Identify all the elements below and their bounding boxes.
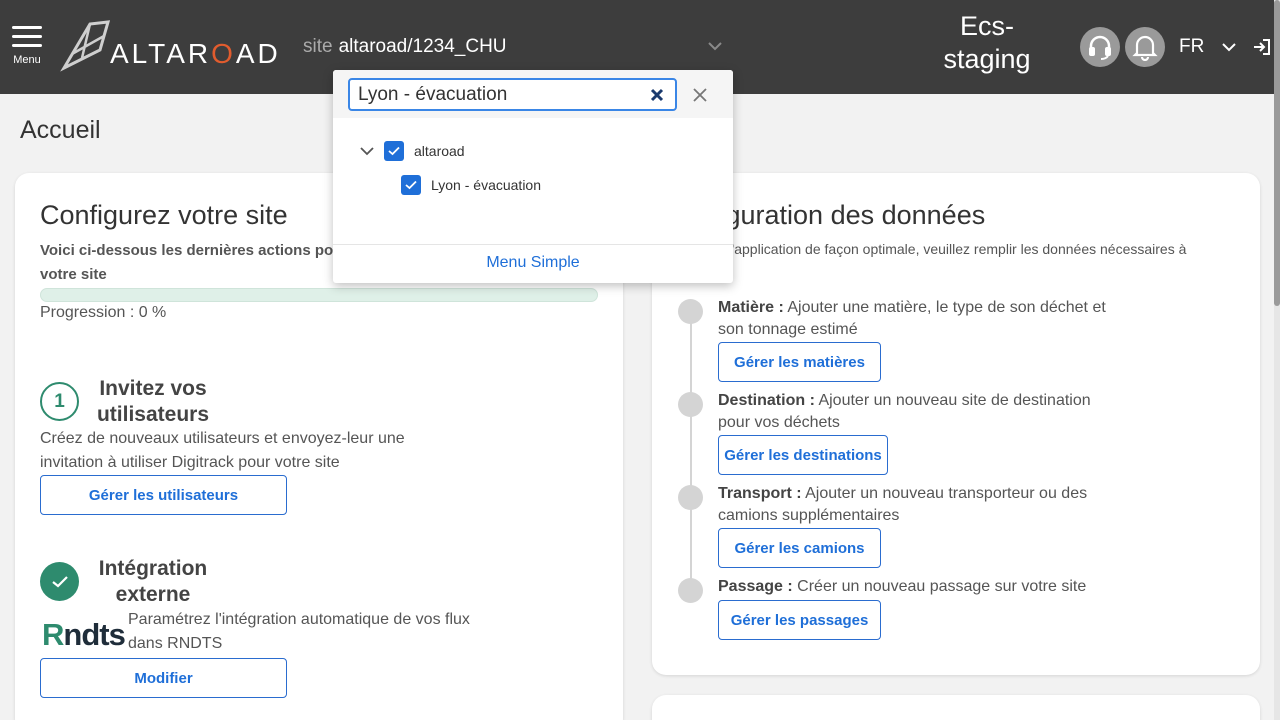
setup-card-subtitle: Voici ci-dessous les dernières actions p… xyxy=(40,242,349,259)
page-scrollbar[interactable] xyxy=(1274,0,1280,720)
manage-passages-button[interactable]: Gérer les passages xyxy=(718,600,881,640)
modify-integration-button[interactable]: Modifier xyxy=(40,658,287,698)
page-title: Accueil xyxy=(20,116,101,144)
checkmark-icon xyxy=(51,575,68,587)
manage-destinations-button[interactable]: Gérer les destinations xyxy=(718,435,888,475)
manage-users-button[interactable]: Gérer les utilisateurs xyxy=(40,475,287,515)
environment-name: Ecs-staging xyxy=(943,11,1031,74)
menu-button[interactable]: Menu xyxy=(10,24,44,66)
timeline-dot xyxy=(678,392,703,417)
timeline-dot xyxy=(678,578,703,603)
timeline-dot xyxy=(678,299,703,324)
menu-icon xyxy=(12,24,42,48)
step1-text: Créez de nouveaux utilisateurs et envoye… xyxy=(40,430,405,471)
site-value: altaroad/1234_CHU xyxy=(338,36,507,57)
step-number-badge: 1 xyxy=(40,382,79,421)
chevron-down-icon xyxy=(708,42,722,51)
menu-label: Menu xyxy=(13,54,41,66)
tree-item-altaroad[interactable]: altaroad xyxy=(358,141,465,161)
notifications-button[interactable] xyxy=(1125,27,1165,67)
language-selector[interactable]: FR xyxy=(1179,36,1204,58)
chevron-down-icon[interactable] xyxy=(358,142,376,160)
manage-materials-button[interactable]: Gérer les matières xyxy=(718,342,881,382)
step1-title: Invitez vos utilisateurs xyxy=(96,377,210,426)
chevron-down-icon[interactable] xyxy=(1220,38,1238,56)
site-label: site xyxy=(303,36,333,57)
data-config-intro: iser l'application de façon optimale, ve… xyxy=(702,241,1187,278)
tree-item-label: Lyon - évacuation xyxy=(431,177,541,193)
timeline-line xyxy=(690,311,692,591)
data-config-card: figuration des données iser l'applicatio… xyxy=(652,173,1260,675)
simple-menu-link[interactable]: Menu Simple xyxy=(333,254,733,272)
tree-item-label: altaroad xyxy=(414,143,465,159)
progress-label: Progression : 0 % xyxy=(40,304,167,321)
secondary-card xyxy=(652,695,1260,720)
bell-icon xyxy=(1132,35,1158,61)
step2-text: Paramétrez l'intégration automatique de … xyxy=(128,611,470,652)
clear-search-icon[interactable] xyxy=(648,86,666,104)
site-selector[interactable]: site altaroad/1234_CHU xyxy=(303,36,723,60)
item-destination-text: Destination : Ajouter un nouveau site de… xyxy=(718,392,1091,431)
data-config-title: figuration des données xyxy=(712,200,986,230)
site-search-input[interactable] xyxy=(348,78,677,111)
support-button[interactable] xyxy=(1080,27,1120,67)
timeline-dot xyxy=(678,485,703,510)
headset-icon xyxy=(1089,35,1111,60)
step2-title: Intégration externe xyxy=(98,557,208,606)
item-transport-text: Transport : Ajouter un nouveau transport… xyxy=(718,485,1088,524)
item-passage-text: Passage : Créer un nouveau passage sur v… xyxy=(718,578,1087,595)
setup-card-title: Configurez votre site xyxy=(40,200,288,230)
logo-text: ALTAROAD xyxy=(110,38,281,69)
checkbox-checked[interactable] xyxy=(384,141,404,161)
logout-icon[interactable] xyxy=(1252,37,1272,57)
checkbox-checked[interactable] xyxy=(401,175,421,195)
altaroad-logo[interactable]: ALTAROAD xyxy=(60,18,290,74)
site-dropdown: altaroad Lyon - évacuation Menu Simple xyxy=(333,70,733,283)
rndts-logo: Rndts xyxy=(42,617,126,652)
logo-mark-icon xyxy=(60,20,110,72)
item-matiere-text: Matière : Ajouter une matière, le type d… xyxy=(718,299,1106,338)
close-icon[interactable] xyxy=(691,86,709,104)
step-done-badge xyxy=(40,562,79,601)
progress-bar xyxy=(40,288,598,302)
setup-card-subtitle-line2: votre site xyxy=(40,266,107,283)
manage-trucks-button[interactable]: Gérer les camions xyxy=(718,528,881,568)
scrollbar-thumb[interactable] xyxy=(1274,0,1280,306)
tree-item-lyon[interactable]: Lyon - évacuation xyxy=(401,175,541,195)
divider xyxy=(333,244,733,245)
